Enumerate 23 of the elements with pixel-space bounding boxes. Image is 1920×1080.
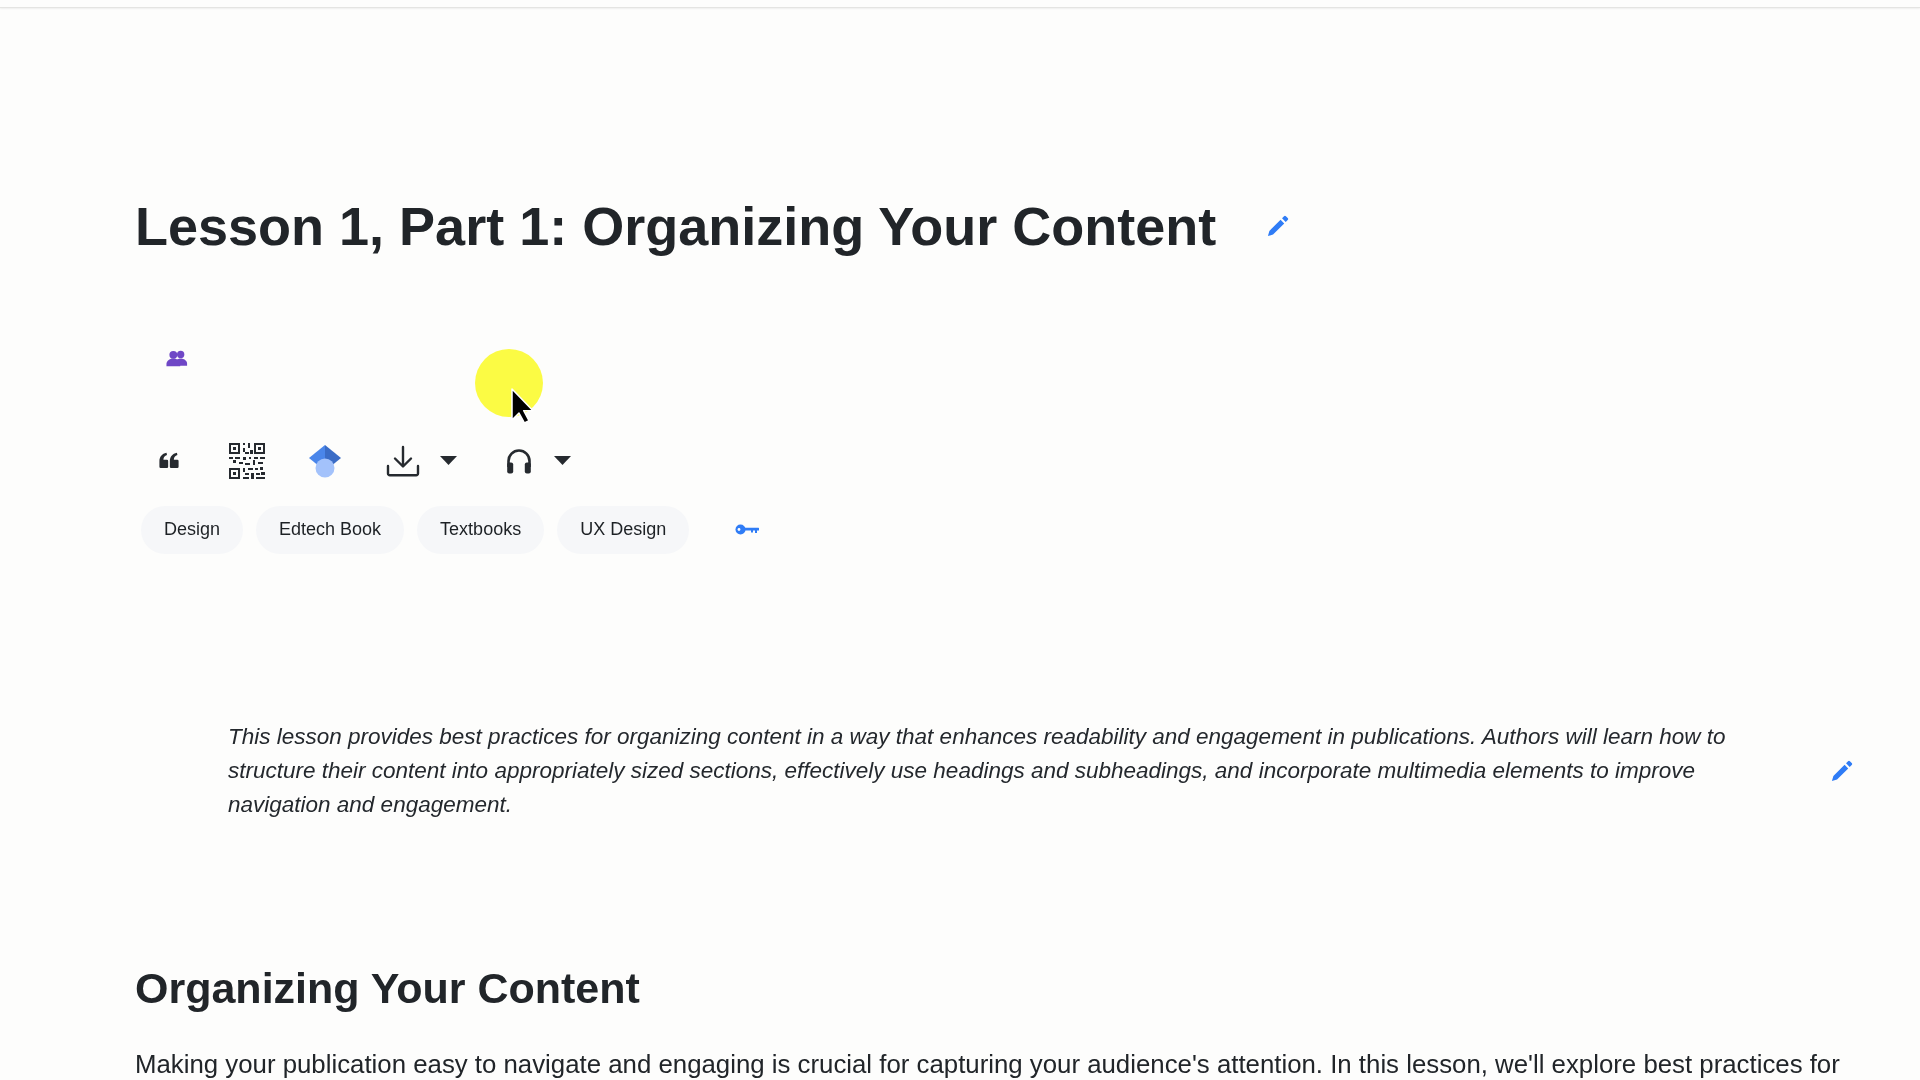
page-title: Lesson 1, Part 1: Organizing Your Content <box>135 195 1217 258</box>
people-icon <box>166 350 188 368</box>
section-text: Making your publication easy to navigate and engaging is crucial for capturing your audience's attention. In this lesson, we'll explore best practices for <box>135 1048 1840 1079</box>
caret-down-icon <box>554 456 571 466</box>
key-icon <box>735 524 760 536</box>
authors-button[interactable] <box>165 348 189 369</box>
tag-chip[interactable]: Textbooks <box>417 505 545 554</box>
pencil-icon <box>1831 759 1853 782</box>
tag-chip[interactable]: UX Design <box>557 505 690 554</box>
download-icon <box>386 444 420 477</box>
section-heading: Organizing Your Content <box>135 962 640 1014</box>
tag-chip[interactable]: Design <box>141 505 244 554</box>
pencil-icon <box>1267 215 1290 238</box>
edit-summary-button[interactable] <box>1830 758 1854 783</box>
edit-title-button[interactable] <box>1266 214 1291 239</box>
headphones-icon <box>506 447 532 474</box>
quote-icon <box>159 452 179 470</box>
mouse-pointer-icon <box>475 349 543 423</box>
caret-down-icon <box>440 456 457 466</box>
tag-chip[interactable]: Edtech Book <box>256 505 405 554</box>
qr-code-icon <box>229 442 265 479</box>
lesson-summary: This lesson provides best practices for organizing content in a way that enhances readability and engagement in publications. Authors will learn how to structure their content into appropriately sized sections, effectively use headings and subheadings, and incorporate multimedia elements to improve navigation and engagement. <box>228 722 1727 819</box>
graduation-cap-icon <box>308 443 342 478</box>
